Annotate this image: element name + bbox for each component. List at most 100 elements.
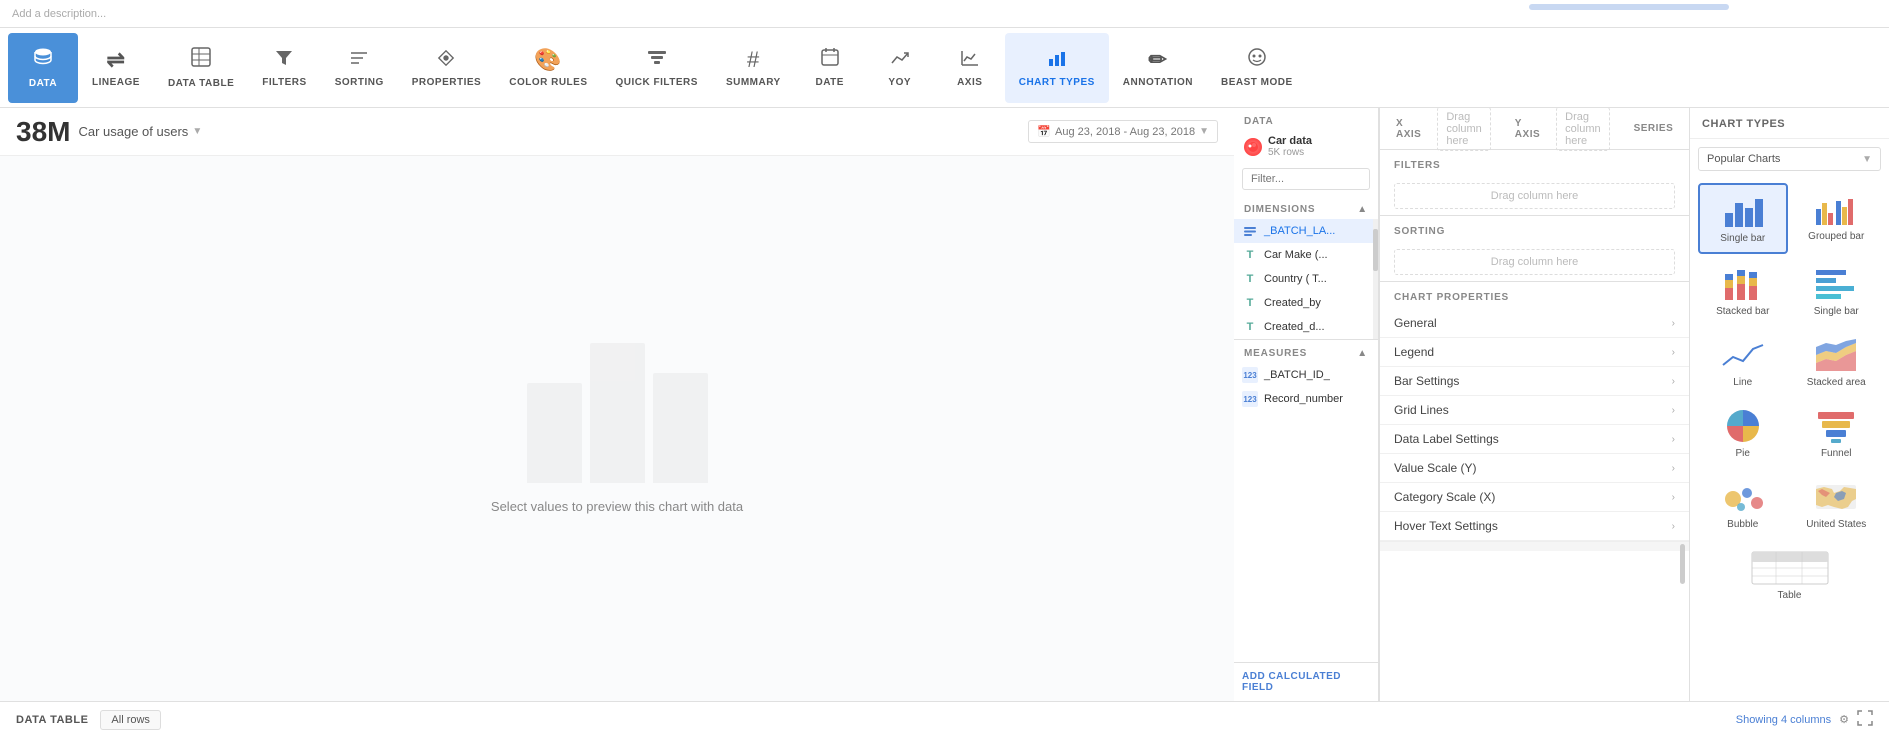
chevron-right-icon-3: › bbox=[1672, 376, 1675, 387]
toolbar-item-axis[interactable]: AXIS bbox=[935, 33, 1005, 103]
toolbar-item-data[interactable]: DATA bbox=[8, 33, 78, 103]
chevron-right-icon-4: › bbox=[1672, 405, 1675, 416]
toolbar-colorrules-label: COLOR RULES bbox=[509, 77, 587, 88]
toolbar-sorting-label: SORTING bbox=[335, 77, 384, 88]
prop-data-label-settings[interactable]: Data Label Settings › bbox=[1380, 425, 1689, 454]
chart-number: 38M bbox=[16, 116, 70, 148]
description-bar: Add a description... bbox=[0, 0, 1889, 28]
chart-type-line[interactable]: Line bbox=[1698, 329, 1788, 396]
chart-type-single-bar-h[interactable]: Single bar bbox=[1792, 258, 1882, 325]
dim-item-carmake[interactable]: T Car Make (... bbox=[1234, 243, 1378, 267]
toolbar-item-date[interactable]: DATE bbox=[795, 33, 865, 103]
dropdown-chevron-icon: ▼ bbox=[1862, 154, 1872, 165]
toolbar-item-properties[interactable]: PROPERTIES bbox=[398, 33, 495, 103]
all-rows-button[interactable]: All rows bbox=[100, 710, 161, 730]
measures-collapse-icon[interactable]: ▲ bbox=[1357, 348, 1368, 359]
toolbar-item-annotation[interactable]: ✏ ANNOTATION bbox=[1109, 33, 1207, 103]
country-icon: T bbox=[1242, 271, 1258, 287]
toolbar-yoy-label: YOY bbox=[888, 77, 911, 88]
table-preview-icon bbox=[1750, 550, 1830, 586]
chevron-right-icon-8: › bbox=[1672, 521, 1675, 532]
filters-drop-zone[interactable]: Drag column here bbox=[1394, 183, 1675, 209]
prop-legend-label: Legend bbox=[1394, 345, 1434, 359]
prop-value-scale-label: Value Scale (Y) bbox=[1394, 461, 1476, 475]
toolbar-item-filters[interactable]: FILTERS bbox=[248, 33, 320, 103]
prop-category-scale[interactable]: Category Scale (X) › bbox=[1380, 483, 1689, 512]
chevron-right-icon-5: › bbox=[1672, 434, 1675, 445]
summary-icon: # bbox=[747, 47, 760, 73]
toolbar-datatable-label: DATA TABLE bbox=[168, 78, 234, 89]
yoy-icon bbox=[890, 47, 910, 73]
chart-type-us-map[interactable]: United States bbox=[1792, 471, 1882, 538]
toolbar-item-beast-mode[interactable]: BEAST MODE bbox=[1207, 33, 1307, 103]
pie-label: Pie bbox=[1736, 448, 1750, 459]
chart-type-funnel[interactable]: Funnel bbox=[1792, 400, 1882, 467]
sorting-icon bbox=[349, 47, 369, 73]
toolbar-item-color-rules[interactable]: 🎨 COLOR RULES bbox=[495, 33, 601, 103]
measure-item-batchid[interactable]: 123 _BATCH_ID_ bbox=[1234, 363, 1378, 387]
bubble-preview-icon bbox=[1721, 479, 1765, 515]
bottom-bar: DATA TABLE All rows Showing 4 columns ⚙ bbox=[0, 701, 1889, 737]
chart-canvas-area[interactable]: Select values to preview this chart with… bbox=[0, 156, 1234, 701]
toolbar-axis-label: AXIS bbox=[957, 77, 982, 88]
toolbar-item-yoy[interactable]: YOY bbox=[865, 33, 935, 103]
chart-type-single-bar[interactable]: Single bar bbox=[1698, 183, 1788, 254]
dimensions-collapse-icon[interactable]: ▲ bbox=[1357, 204, 1368, 215]
chart-type-pie[interactable]: Pie bbox=[1698, 400, 1788, 467]
createdby-icon: T bbox=[1242, 295, 1258, 311]
showing-columns-text: Showing 4 columns bbox=[1736, 714, 1831, 726]
measure-item-recordnum[interactable]: 123 Record_number bbox=[1234, 387, 1378, 411]
toolbar-item-lineage[interactable]: ⇌ LINEAGE bbox=[78, 33, 154, 103]
chart-name[interactable]: Car usage of users ▼ bbox=[78, 124, 202, 139]
toolbar-charttypes-label: CHART TYPES bbox=[1019, 77, 1095, 88]
data-source-icon bbox=[1244, 138, 1262, 156]
chart-types-panel-title: CHART TYPES bbox=[1690, 108, 1889, 139]
measures-section-title: MEASURES ▲ bbox=[1234, 340, 1378, 363]
chart-title-area: 38M Car usage of users ▼ bbox=[16, 116, 202, 148]
prop-general[interactable]: General › bbox=[1380, 309, 1689, 338]
settings-gear-icon[interactable]: ⚙ bbox=[1839, 713, 1849, 726]
dimensions-filter-input[interactable] bbox=[1242, 168, 1370, 190]
dim-item-country[interactable]: T Country ( T... bbox=[1234, 267, 1378, 291]
data-table-icon bbox=[190, 46, 212, 74]
line-preview-icon bbox=[1721, 337, 1765, 373]
recordnum-icon: 123 bbox=[1242, 391, 1258, 407]
dim-item-createdd[interactable]: T Created_d... bbox=[1234, 315, 1378, 339]
toolbar-item-quick-filters[interactable]: QUICK FILTERS bbox=[602, 33, 712, 103]
x-axis-drop-zone[interactable]: Drag column here bbox=[1437, 108, 1490, 151]
chart-types-icon bbox=[1047, 47, 1067, 73]
filters-icon bbox=[275, 47, 293, 73]
left-sidebar: DATA Car data 5K rows DIMENSIONS ▲ _BATC bbox=[1234, 108, 1379, 701]
prop-data-label-label: Data Label Settings bbox=[1394, 432, 1499, 446]
dimensions-list: _BATCH_LA... T Car Make (... T Country (… bbox=[1234, 219, 1378, 339]
prop-grid-lines[interactable]: Grid Lines › bbox=[1380, 396, 1689, 425]
prop-grid-lines-label: Grid Lines bbox=[1394, 403, 1449, 417]
line-label: Line bbox=[1733, 377, 1752, 388]
y-axis-drop-zone[interactable]: Drag column here bbox=[1556, 108, 1609, 151]
add-calculated-field-button[interactable]: ADD CALCULATED FIELD bbox=[1234, 662, 1378, 701]
data-source-row[interactable]: Car data 5K rows bbox=[1234, 131, 1378, 162]
chart-date-range[interactable]: 📅 Aug 23, 2018 - Aug 23, 2018 ▼ bbox=[1028, 120, 1218, 143]
popular-charts-dropdown[interactable]: Popular Charts ▼ bbox=[1698, 147, 1881, 171]
dim-item-batch[interactable]: _BATCH_LA... bbox=[1234, 219, 1378, 243]
chart-type-bubble[interactable]: Bubble bbox=[1698, 471, 1788, 538]
toolbar-item-sorting[interactable]: SORTING bbox=[321, 33, 398, 103]
stacked-area-preview-icon bbox=[1814, 337, 1858, 373]
dim-item-createdby[interactable]: T Created_by bbox=[1234, 291, 1378, 315]
prop-legend[interactable]: Legend › bbox=[1380, 338, 1689, 367]
chart-type-stacked-area[interactable]: Stacked area bbox=[1792, 329, 1882, 396]
chart-type-grouped-bar[interactable]: Grouped bar bbox=[1792, 183, 1882, 254]
chart-type-table[interactable]: Table bbox=[1698, 542, 1881, 609]
description-placeholder[interactable]: Add a description... bbox=[12, 8, 106, 20]
expand-icon[interactable] bbox=[1857, 710, 1873, 729]
toolbar-item-data-table[interactable]: DATA TABLE bbox=[154, 33, 248, 103]
toolbar-item-summary[interactable]: # SUMMARY bbox=[712, 33, 795, 103]
toolbar-item-chart-types[interactable]: CHART TYPES bbox=[1005, 33, 1109, 103]
sorting-drop-zone[interactable]: Drag column here bbox=[1394, 249, 1675, 275]
prop-value-scale[interactable]: Value Scale (Y) › bbox=[1380, 454, 1689, 483]
chart-type-stacked-bar[interactable]: Stacked bar bbox=[1698, 258, 1788, 325]
chart-header: 38M Car usage of users ▼ 📅 Aug 23, 2018 … bbox=[0, 108, 1234, 156]
prop-bar-settings[interactable]: Bar Settings › bbox=[1380, 367, 1689, 396]
prop-hover-text[interactable]: Hover Text Settings › bbox=[1380, 512, 1689, 541]
toolbar-summary-label: SUMMARY bbox=[726, 77, 781, 88]
